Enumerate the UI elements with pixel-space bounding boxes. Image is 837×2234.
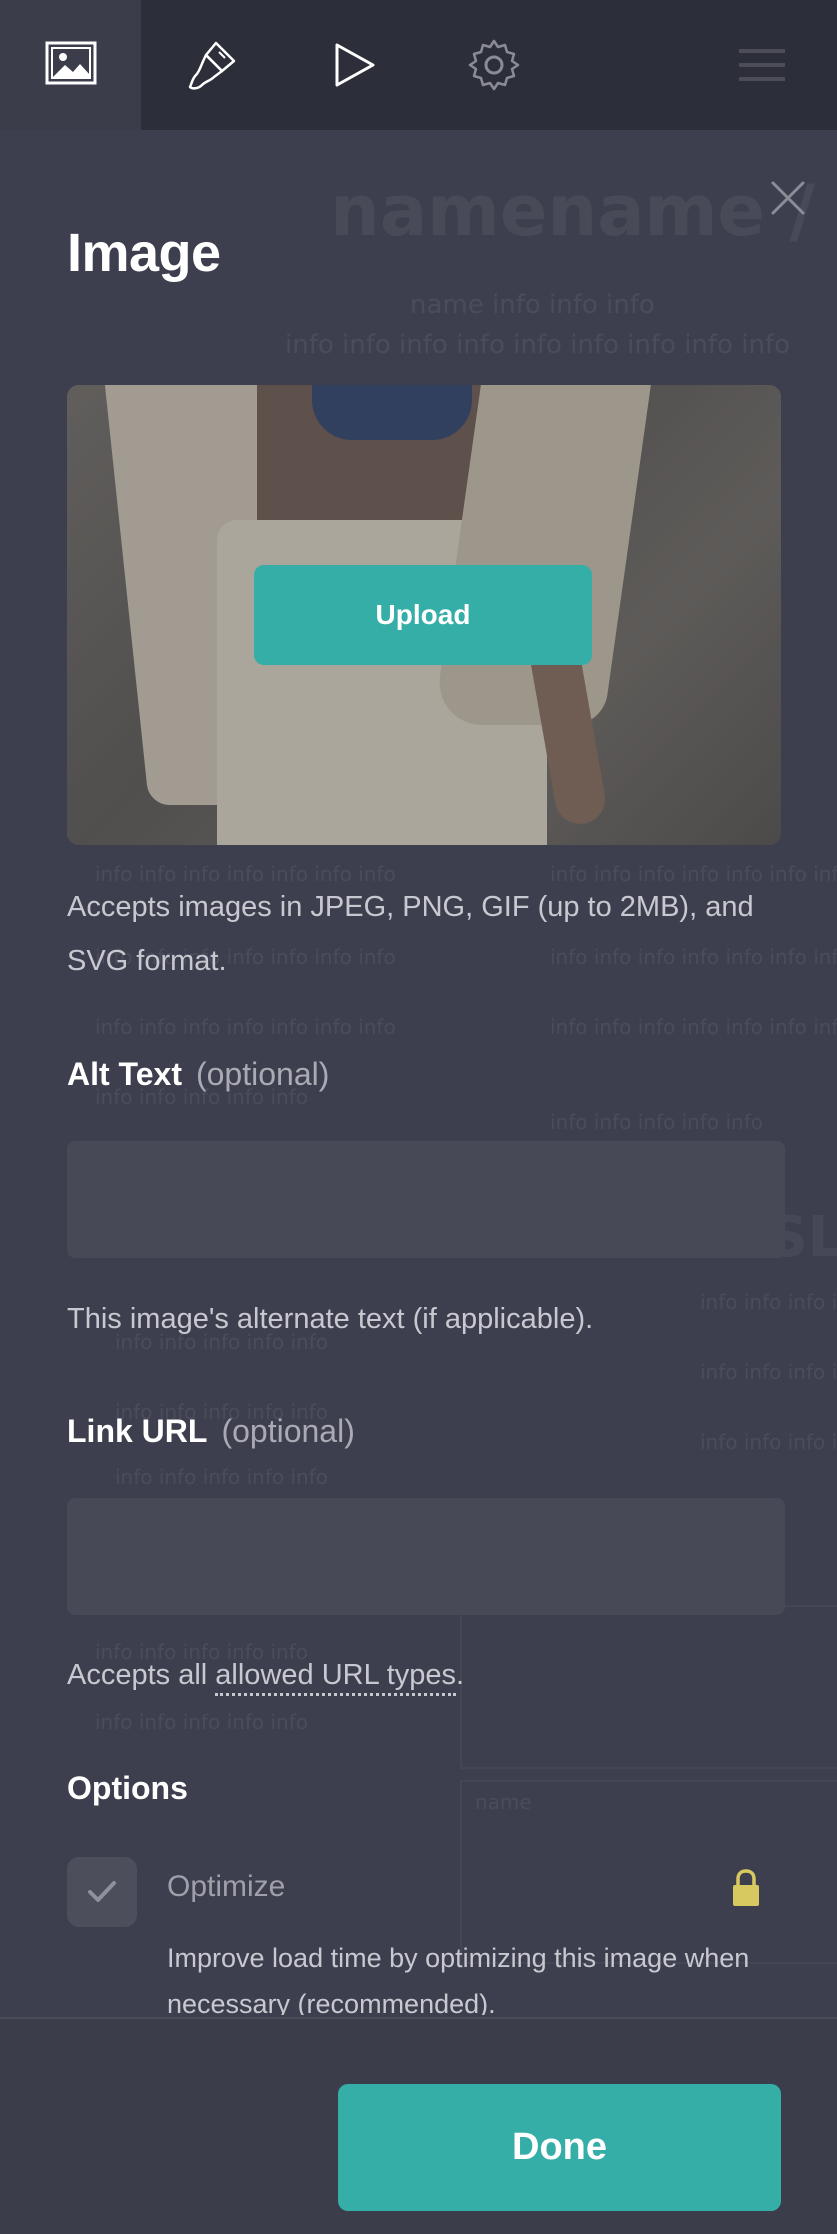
- link-url-help-prefix: Accepts all: [67, 1659, 216, 1691]
- link-url-label: Link URL (optional): [67, 1413, 355, 1450]
- background-subtitle: name info info info: [410, 290, 655, 320]
- alt-text-label-text: Alt Text: [67, 1056, 182, 1092]
- optimize-description: Improve load time by optimizing this ima…: [167, 1943, 750, 2015]
- alt-text-help: This image's alternate text (if applicab…: [67, 1303, 594, 1335]
- alt-text-input[interactable]: [67, 1141, 785, 1258]
- image-icon: [45, 41, 96, 85]
- tool-image[interactable]: [0, 0, 141, 130]
- background-filler: info info info info info: [95, 1710, 308, 1734]
- checkmark-icon: [88, 1881, 116, 1902]
- close-button[interactable]: [763, 173, 813, 223]
- background-filler: info info info info info: [700, 1430, 837, 1454]
- link-url-help-suffix: .: [456, 1659, 465, 1691]
- optimize-checkbox[interactable]: [67, 1857, 137, 1927]
- link-url-label-text: Link URL: [67, 1413, 208, 1449]
- editor-toolbar: [0, 0, 837, 130]
- background-subtitle-2: info info info info info info info info …: [285, 330, 790, 360]
- link-url-input[interactable]: [67, 1498, 785, 1615]
- options-heading: Options: [67, 1770, 188, 1806]
- background-box-label: name: [475, 1790, 532, 1814]
- lock-icon: [733, 1869, 759, 1906]
- background-filler: info info info info info info info: [550, 1015, 837, 1039]
- optimize-label: Optimize: [167, 1870, 286, 1903]
- alt-text-label: Alt Text (optional): [67, 1056, 329, 1093]
- upload-button[interactable]: Upload: [254, 565, 592, 665]
- gear-icon: [468, 39, 519, 91]
- play-icon: [335, 43, 374, 87]
- link-url-optional: (optional): [221, 1413, 355, 1449]
- background-title: namename /: [330, 170, 815, 252]
- brush-icon: [188, 41, 235, 90]
- image-format-help: Accepts images in JPEG, PNG, GIF (up to …: [67, 891, 754, 977]
- alt-text-optional: (optional): [195, 1056, 330, 1092]
- menu-icon: [739, 49, 785, 81]
- allowed-url-types-link[interactable]: allowed URL types: [215, 1659, 457, 1696]
- background-filler: info info info info info: [115, 1465, 328, 1489]
- panel-title: Image: [67, 223, 221, 283]
- tool-settings[interactable]: [423, 0, 564, 130]
- close-icon: [771, 181, 805, 215]
- background-filler: info info info info info: [550, 1110, 763, 1134]
- background-filler: info info info info info info info: [95, 1015, 396, 1039]
- background-filler: info info info info info: [700, 1360, 837, 1384]
- tool-animation[interactable]: [282, 0, 423, 130]
- link-url-help: Accepts all allowed URL types.: [67, 1648, 464, 1702]
- background-box: [460, 1605, 837, 1769]
- background-filler: info info info info info: [700, 1290, 837, 1314]
- tool-style[interactable]: [141, 0, 282, 130]
- done-button[interactable]: Done: [338, 2084, 781, 2211]
